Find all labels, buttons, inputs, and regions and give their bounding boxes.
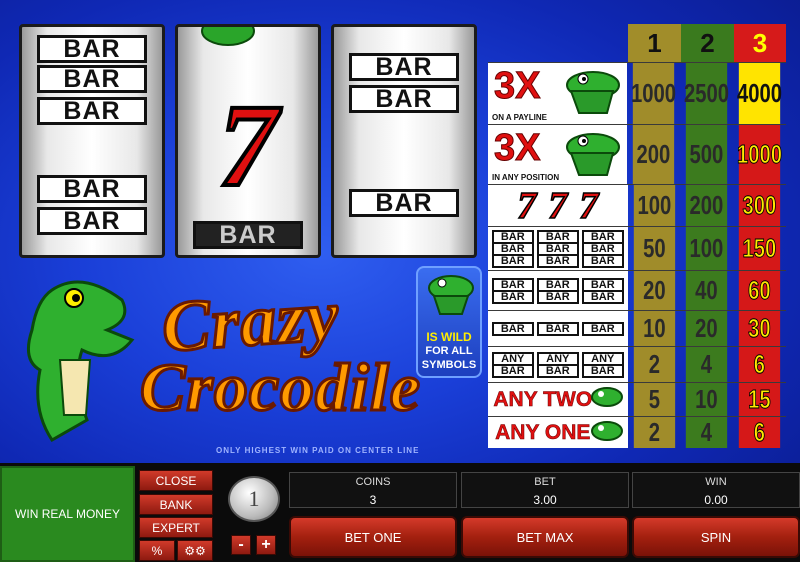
win-panel: WIN 0.00 (632, 472, 800, 508)
coins-panel: COINS 3 (289, 472, 457, 508)
paytable-row: 3X ON A PAYLINE 1000 2500 4000 (488, 62, 786, 124)
crocodile-icon (566, 133, 621, 176)
paytable-label: BAR BAR BAR (488, 311, 628, 346)
paytable-label: ANY TWO (488, 383, 628, 416)
paytable-row: ANY TWO 5 10 15 (488, 382, 786, 416)
payline-note: ONLY HIGHEST WIN PAID ON CENTER LINE (216, 446, 420, 455)
paytable-label: 3X IN ANY POSITION (488, 125, 628, 184)
wild-badge: IS WILD FOR ALL SYMBOLS (416, 266, 482, 378)
bet-max-button[interactable]: BET MAX (461, 516, 629, 558)
seven-symbol: 7 (517, 184, 538, 227)
paytable-label: 7 7 7 (488, 185, 628, 226)
decrease-coin-button[interactable]: - (231, 535, 251, 555)
crocodile-icon (590, 421, 623, 441)
spin-button[interactable]: SPIN (632, 516, 800, 558)
increase-coin-button[interactable]: + (256, 535, 276, 555)
bank-button[interactable]: BANK (139, 494, 213, 515)
bar-symbol: BAR (193, 221, 303, 249)
paytable-row: 3X IN ANY POSITION 200 500 1000 (488, 124, 786, 184)
percent-button[interactable]: % (139, 540, 175, 561)
paytable-header-2: 2 (681, 24, 734, 62)
win-real-money-button[interactable]: WIN REAL MONEY (0, 466, 135, 562)
wild-line-1: IS WILD (426, 330, 472, 344)
seven-symbol: 7 (579, 184, 600, 227)
slot-machine: BAR BAR BAR BAR BAR 7 BAR BAR BAR BAR 1 … (0, 0, 800, 562)
paytable-row: BAR BAR BAR BAR BAR BAR BAR BAR BAR 50 100 150 (488, 226, 786, 270)
paytable-header-1: 1 (628, 24, 681, 62)
wild-line-3: SYMBOLS (421, 359, 477, 371)
paytable-row: BAR BAR BAR 10 20 30 (488, 310, 786, 346)
reel-2: 7 BAR (175, 24, 321, 258)
bar-symbol: BAR (349, 85, 459, 113)
expert-button[interactable]: EXPERT (139, 517, 213, 538)
bar-symbol: BAR (349, 189, 459, 217)
paytable-label: ANY BAR ANY BAR ANY BAR (488, 347, 628, 382)
paytable: 1 2 3 3X ON A PAYLINE 1000 2500 4000 3X … (488, 24, 788, 448)
seven-symbol: 7 (217, 80, 280, 211)
gear-icon: ⚙⚙ (184, 543, 206, 558)
bar-symbol: BAR (37, 65, 147, 93)
coin-value-display: 1 (228, 476, 280, 522)
bar-symbol: BAR (349, 53, 459, 81)
reel-3: BAR BAR BAR (331, 24, 477, 258)
paytable-label: ANY ONE (488, 417, 628, 448)
crocodile-icon (201, 27, 255, 46)
bar-symbol: BAR (37, 207, 147, 235)
paytable-label: 3X ON A PAYLINE (488, 63, 627, 124)
paytable-label: BAR BAR BAR BAR BAR BAR (488, 271, 628, 310)
crocodile-icon (428, 275, 474, 315)
game-logo: Crazy Crocodile (12, 270, 482, 460)
paytable-row: ANY ONE 2 4 6 (488, 416, 786, 448)
bar-symbol: BAR (37, 175, 147, 203)
reel-1: BAR BAR BAR BAR BAR (19, 24, 165, 258)
bar-symbol: BAR (37, 97, 147, 125)
paytable-header-3: 3 (734, 24, 786, 62)
crocodile-icon (590, 387, 623, 407)
bet-panel: BET 3.00 (461, 472, 629, 508)
paytable-row: 7 7 7 100 200 300 (488, 184, 786, 226)
seven-symbol: 7 (548, 184, 569, 227)
bet-one-button[interactable]: BET ONE (289, 516, 457, 558)
paytable-row: BAR BAR BAR BAR BAR BAR 20 40 60 (488, 270, 786, 310)
settings-button[interactable]: ⚙⚙ (177, 540, 213, 561)
wild-line-2: FOR ALL (425, 345, 473, 357)
crocodile-icon (566, 71, 620, 114)
paytable-label: BAR BAR BAR BAR BAR BAR BAR BAR BAR (488, 227, 628, 270)
logo-line-2: Crocodile (139, 348, 422, 427)
paytable-row: ANY BAR ANY BAR ANY BAR 2 4 6 (488, 346, 786, 382)
bar-symbol: BAR (37, 35, 147, 63)
close-button[interactable]: CLOSE (139, 470, 213, 491)
